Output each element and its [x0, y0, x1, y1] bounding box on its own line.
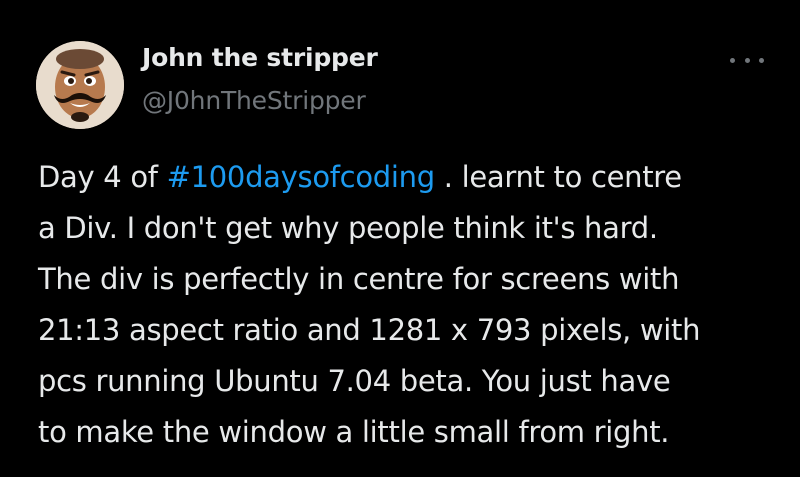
more-options-icon	[759, 57, 764, 63]
author-display-name[interactable]: John the stripper	[142, 43, 378, 72]
tweet-line: Day 4 of #100daysofcoding . learnt to ce…	[38, 152, 778, 203]
hashtag-link[interactable]: #100daysofcoding	[167, 160, 436, 194]
avatar[interactable]	[36, 41, 124, 129]
tweet-line: to make the window a little small from r…	[38, 415, 670, 449]
avatar-photo-icon	[36, 41, 124, 129]
tweet-card: John the stripper @J0hnTheStripper Day 4…	[0, 0, 800, 477]
more-options-button[interactable]	[730, 50, 764, 70]
tweet-line: The div is perfectly in centre for scree…	[38, 262, 680, 296]
author-handle[interactable]: @J0hnTheStripper	[142, 86, 366, 115]
tweet-text: Day 4 of #100daysofcoding . learnt to ce…	[38, 152, 778, 458]
tweet-line: pcs running Ubuntu 7.04 beta. You just h…	[38, 364, 671, 398]
tweet-text-segment: . learnt to centre	[434, 160, 682, 194]
tweet-line: a Div. I don't get why people think it's…	[38, 211, 658, 245]
tweet-line: 21:13 aspect ratio and 1281 x 793 pixels…	[38, 313, 701, 347]
more-options-icon	[730, 57, 735, 63]
tweet-text-segment: Day 4 of	[38, 160, 167, 194]
more-options-icon	[744, 57, 750, 63]
